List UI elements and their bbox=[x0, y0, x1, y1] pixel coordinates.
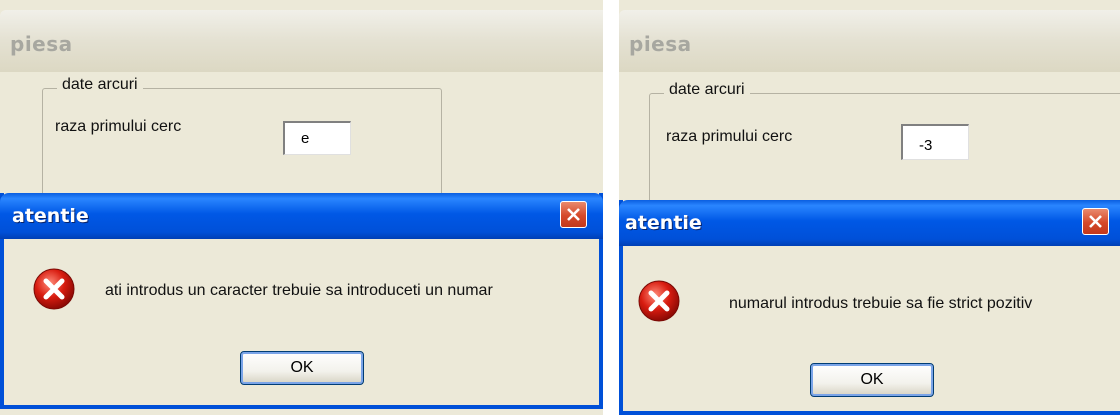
ok-button[interactable]: OK bbox=[240, 351, 364, 385]
dialog-body: numarul introdus trebuie sa fie strict p… bbox=[623, 246, 1120, 411]
close-icon bbox=[1089, 215, 1102, 228]
ok-button[interactable]: OK bbox=[810, 363, 934, 397]
parent-window-title: piesa bbox=[10, 32, 73, 56]
parent-window-titlebar: piesa bbox=[0, 10, 603, 72]
dialog-body: ati introdus un caracter trebuie sa intr… bbox=[4, 239, 599, 405]
close-button[interactable] bbox=[560, 201, 587, 228]
groupbox-label: date arcuri bbox=[57, 76, 143, 94]
raza-input[interactable]: e bbox=[283, 121, 351, 155]
raza-label: raza primului cerc bbox=[55, 118, 182, 135]
dialog-title: atentie bbox=[625, 212, 702, 234]
close-button[interactable] bbox=[1082, 208, 1109, 235]
right-screenshot: piesa date arcuri raza primului cerc -3 … bbox=[619, 0, 1120, 415]
dialog-titlebar[interactable]: atentie bbox=[619, 200, 1120, 246]
error-icon bbox=[638, 280, 680, 322]
error-icon bbox=[33, 268, 75, 310]
parent-window-titlebar: piesa bbox=[619, 10, 1120, 72]
groupbox-label: date arcuri bbox=[664, 81, 750, 99]
dialog-message: numarul introdus trebuie sa fie strict p… bbox=[729, 295, 1033, 312]
dialog-message: ati introdus un caracter trebuie sa intr… bbox=[105, 282, 493, 299]
raza-input[interactable]: -3 bbox=[901, 124, 969, 160]
dialog-titlebar[interactable]: atentie bbox=[0, 193, 603, 239]
parent-window-title: piesa bbox=[629, 32, 692, 56]
dialog-title: atentie bbox=[12, 205, 89, 227]
error-dialog: atentie ati introdus un caracter trebuie… bbox=[0, 193, 603, 409]
left-screenshot: piesa date arcuri raza primului cerc e a… bbox=[0, 0, 603, 415]
raza-label: raza primului cerc bbox=[666, 128, 793, 145]
error-dialog: atentie numarul introdus trebuie sa fie … bbox=[619, 200, 1120, 415]
close-icon bbox=[567, 208, 580, 221]
